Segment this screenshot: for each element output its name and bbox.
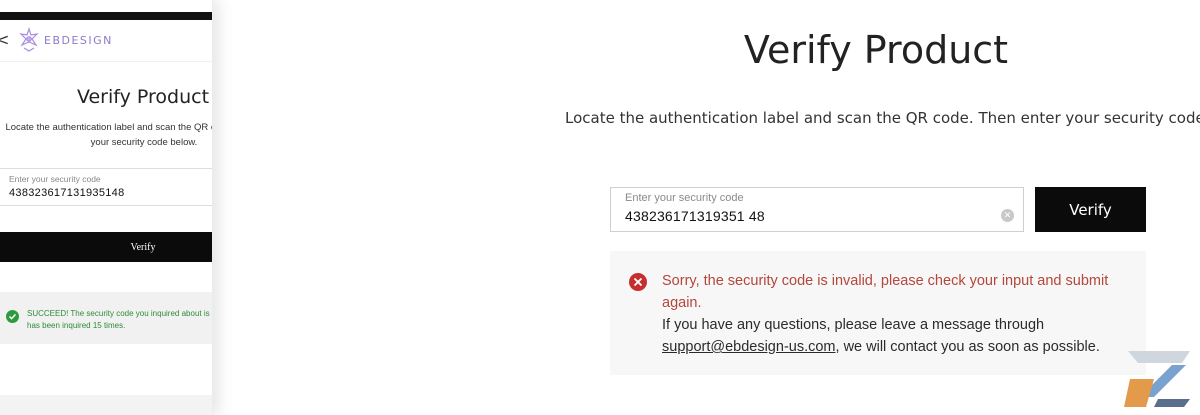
mobile-screenshot: < EBDESIGN Verify Product Locate the aut… [0,0,213,415]
check-circle-icon [6,310,19,323]
desktop-page: Verify Product Locate the authentication… [213,0,1200,415]
logo-text: EBDESIGN [44,34,113,47]
mobile-field-value[interactable]: 438323617131935148 [9,187,125,199]
mobile-page-title: Verify Product [76,86,210,108]
clear-input-icon[interactable]: ✕ [1001,209,1014,222]
back-arrow-icon[interactable]: < [0,30,9,49]
page-instructions: Locate the authentication label and scan… [565,109,1200,127]
support-message: If you have any questions, please leave … [662,314,1132,358]
ebdesign-logo-icon[interactable] [17,26,41,54]
mobile-field-label: Enter your security code [9,174,101,184]
support-message-suffix: , we will contact you as soon as possibl… [835,339,1100,355]
mobile-verify-button[interactable]: Verify [0,232,212,262]
page-title: Verify Product [743,28,1009,72]
error-message: Sorry, the security code is invalid, ple… [662,273,1109,311]
mobile-header: < EBDESIGN [0,20,212,62]
verify-button[interactable]: Verify [1035,187,1146,232]
support-message-prefix: If you have any questions, please leave … [662,317,1045,333]
mobile-instructions: Locate the authentication label and scan… [5,122,212,148]
security-code-label: Enter your security code [625,192,744,204]
mobile-success-message: SUCCEED! The security code you inquired … [27,309,212,330]
support-email-link[interactable]: support@ebdesign-us.com [662,339,836,355]
security-code-input[interactable]: 438236171319351 48 [625,208,765,224]
mobile-security-code-field[interactable]: Enter your security code 438323617131935… [0,168,212,206]
error-x-icon [629,273,647,291]
security-code-field[interactable]: Enter your security code 438236171319351… [610,187,1024,232]
mobile-footer-strip [0,395,212,415]
mobile-success-alert: SUCCEED! The security code you inquired … [0,292,212,344]
mobile-status-bar [0,12,212,20]
error-alert: Sorry, the security code is invalid, ple… [610,251,1146,375]
site-watermark-logo-icon [1124,351,1190,407]
